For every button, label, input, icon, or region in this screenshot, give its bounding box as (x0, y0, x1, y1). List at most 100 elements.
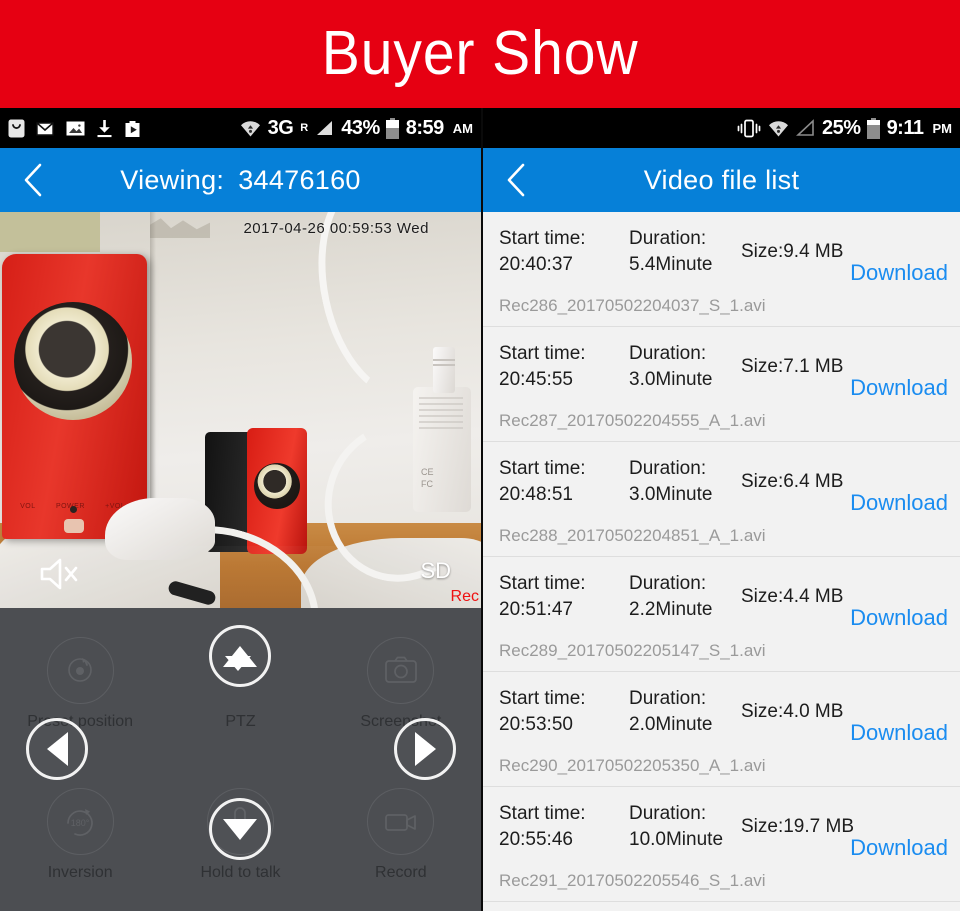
control-record[interactable]: Record (367, 788, 435, 882)
right-phone-screen: 25% 9:11 PM Video file list Start time: 2… (481, 108, 960, 911)
download-button[interactable]: Download (850, 605, 948, 631)
wifi-icon (240, 119, 261, 138)
filename-label: Rec289_20170502205147_S_1.avi (499, 641, 766, 660)
ptz-up-button[interactable] (209, 625, 271, 687)
vibrate-icon (737, 119, 761, 138)
duration-label: Duration: (629, 228, 707, 249)
video-quality-label[interactable]: SD (420, 558, 451, 584)
download-button[interactable]: Download (850, 375, 948, 401)
duration-label: Duration: (629, 688, 707, 709)
page-title: Video file list (643, 164, 800, 195)
ptz-right-button[interactable] (394, 718, 456, 780)
signal-icon (796, 119, 815, 137)
control-preset-position[interactable]: Preset position (27, 636, 133, 731)
battery-percent-label: 43% (341, 116, 380, 139)
size-value: Size:4.4 MB (741, 586, 844, 607)
start-time-label: Start time: (499, 573, 586, 594)
left-status-notification-icons (8, 119, 141, 138)
table-row[interactable]: Start time: 20:55:46 Duration: 10.0Minute … (483, 787, 960, 902)
wifi-icon (768, 119, 789, 138)
size-value: Size:7.1 MB (741, 356, 844, 377)
size-value: Size:19.7 MB (741, 816, 854, 837)
filename-label: Rec291_20170502205546_S_1.avi (499, 871, 766, 890)
start-time-value: 20:53:50 (499, 714, 573, 735)
filename-label: Rec290_20170502205350_A_1.avi (499, 756, 766, 775)
control-label: Hold to talk (200, 864, 281, 882)
size-value: Size:9.4 MB (741, 241, 844, 262)
clock-meridiem-label: PM (932, 120, 953, 136)
filename-label: Rec288_20170502204851_A_1.avi (499, 526, 766, 545)
filename-label: Rec287_20170502204555_A_1.avi (499, 411, 766, 430)
speaker-mute-icon[interactable] (38, 557, 84, 596)
duration-value: 3.0Minute (629, 484, 713, 505)
battery-icon (866, 117, 880, 139)
left-app-bar: Viewing: 34476160 (0, 148, 481, 212)
table-row[interactable]: Start time: 20:40:37 Duration: 5.4Minute S… (483, 212, 960, 327)
page-title: Viewing: 34476160 (0, 165, 481, 196)
start-time-label: Start time: (499, 803, 586, 824)
svg-text:180°: 180° (71, 818, 90, 828)
start-time-value: 20:48:51 (499, 484, 573, 505)
duration-label: Duration: (629, 573, 707, 594)
download-icon (96, 119, 113, 138)
preset-position-icon (46, 636, 114, 704)
photo-icon (66, 120, 85, 137)
download-button[interactable]: Download (850, 720, 948, 746)
left-status-bar: 3G R 43% 8:59 AM (0, 108, 481, 148)
control-label: PTZ (225, 712, 256, 730)
device-id-label: 34476160 (238, 164, 361, 195)
signal-icon (315, 119, 334, 137)
size-value: Size:4.0 MB (741, 701, 844, 722)
duration-label: Duration: (629, 458, 707, 479)
start-time-value: 20:55:46 (499, 829, 573, 850)
control-label: Inversion (47, 864, 113, 882)
camera-controls-panel: Preset position PTZ Screenshot 180° Inve… (0, 608, 481, 911)
camera-icon (367, 636, 435, 704)
control-inversion[interactable]: 180° Inversion (46, 788, 114, 882)
filename-label: Rec286_20170502204037_S_1.avi (499, 296, 766, 315)
table-row[interactable]: Start time: 20:51:47 Duration: 2.2Minute S… (483, 557, 960, 672)
network-type-label: 3G (267, 116, 294, 139)
ptz-left-button[interactable] (26, 718, 88, 780)
table-row[interactable]: Start time: 20:53:50 Duration: 2.0Minute S… (483, 672, 960, 787)
control-screenshot[interactable]: Screenshot (360, 636, 441, 731)
battery-icon (385, 117, 399, 139)
duration-value: 5.4Minute (629, 254, 713, 275)
download-button[interactable]: Download (850, 490, 948, 516)
clock-meridiem-label: AM (452, 120, 473, 136)
right-app-bar: Video file list (483, 148, 960, 212)
email-icon (36, 121, 55, 136)
left-phone-screen: 3G R 43% 8:59 AM Viewing: 34476160 VOL +… (0, 108, 481, 911)
banner-title: Buyer Show (321, 19, 639, 88)
download-button[interactable]: Download (850, 835, 948, 861)
table-row[interactable]: Start time: 20:48:51 Duration: 3.0Minute S… (483, 442, 960, 557)
clock-label: 9:11 (886, 116, 924, 139)
duration-label: Duration: (629, 343, 707, 364)
duration-value: 10.0Minute (629, 829, 724, 850)
video-file-list[interactable]: Start time: 20:40:37 Duration: 5.4Minute S… (483, 212, 960, 911)
start-time-label: Start time: (499, 228, 586, 249)
right-status-bar: 25% 9:11 PM (483, 108, 960, 148)
back-chevron-icon[interactable] (503, 163, 529, 197)
duration-value: 3.0Minute (629, 369, 713, 390)
live-video-view[interactable]: VOLPOWER+VOL+ CEFC 2017-04-26 00:59:53 W… (0, 212, 481, 608)
duration-label: Duration: (629, 803, 707, 824)
clock-label: 8:59 (405, 116, 445, 139)
screenshot-root: Buyer Show 3G R 43% 8:59 AM Viewing: 344… (0, 0, 960, 911)
back-chevron-icon[interactable] (20, 163, 46, 197)
network-roaming-label: R (300, 122, 309, 134)
start-time-value: 20:40:37 (499, 254, 573, 275)
start-time-label: Start time: (499, 343, 586, 364)
ptz-down-button[interactable] (209, 798, 271, 860)
size-value: Size:6.4 MB (741, 471, 844, 492)
buyer-show-banner: Buyer Show (0, 0, 960, 108)
download-button[interactable]: Download (850, 260, 948, 286)
duration-value: 2.2Minute (629, 599, 713, 620)
start-time-label: Start time: (499, 688, 586, 709)
control-label: Record (375, 864, 427, 882)
video-camera-icon (367, 788, 435, 856)
start-time-value: 20:51:47 (499, 599, 573, 620)
rotate-180-icon: 180° (46, 788, 114, 856)
table-row[interactable]: Start time: 20:45:55 Duration: 3.0Minute S… (483, 327, 960, 442)
video-timestamp-overlay: 2017-04-26 00:59:53 Wed (243, 220, 429, 237)
